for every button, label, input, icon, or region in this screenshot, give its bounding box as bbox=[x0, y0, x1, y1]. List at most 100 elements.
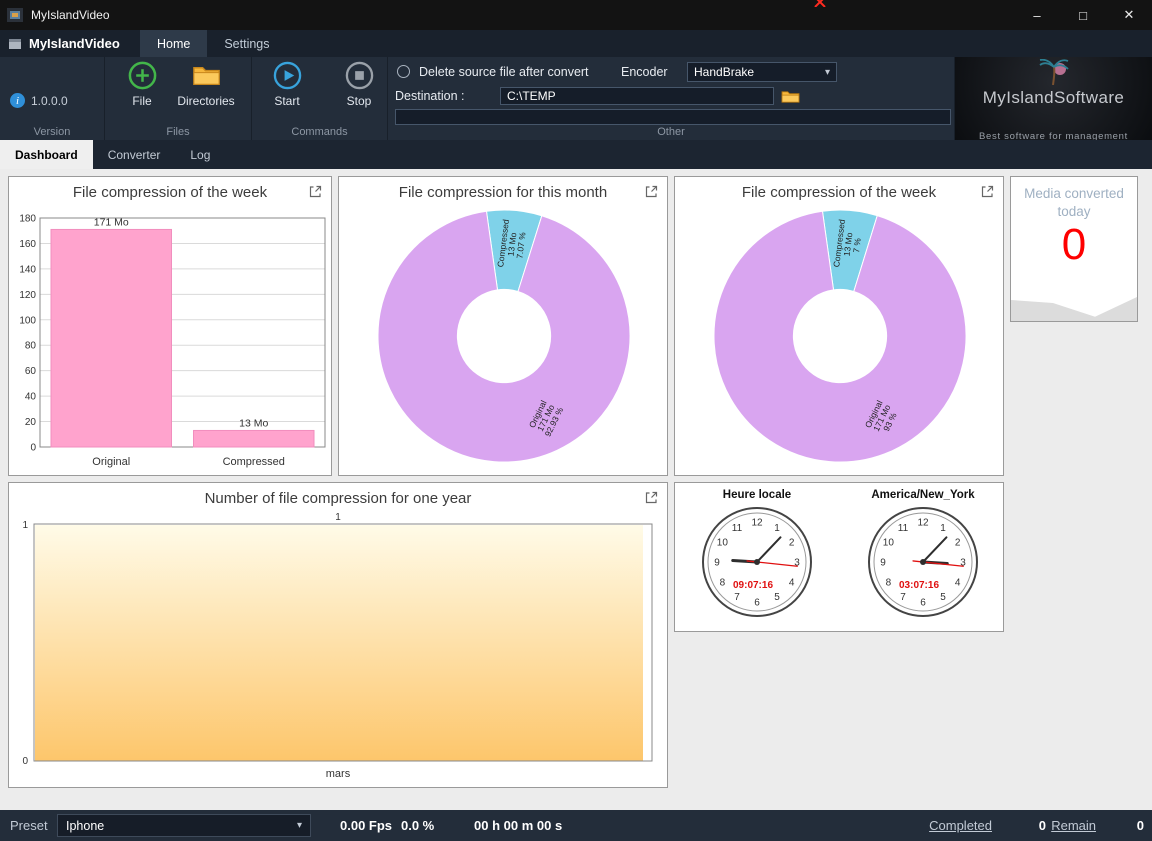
ribbon-group-version: i 1.0.0.0 Version bbox=[0, 57, 105, 140]
info-icon: i bbox=[10, 93, 25, 108]
svg-text:0: 0 bbox=[30, 443, 36, 454]
menubar: MyIslandVideo Home Settings bbox=[0, 30, 1152, 57]
encoder-label: Encoder bbox=[621, 65, 668, 79]
svg-text:2: 2 bbox=[955, 538, 961, 549]
svg-text:180: 180 bbox=[19, 214, 36, 225]
svg-text:7: 7 bbox=[900, 592, 906, 603]
panel-year-area-chart: Number of file compression for one year … bbox=[8, 482, 668, 788]
svg-text:Original: Original bbox=[92, 456, 130, 468]
directories-button[interactable]: Directories bbox=[177, 60, 235, 108]
preset-label: Preset bbox=[10, 818, 48, 833]
svg-text:6: 6 bbox=[754, 598, 760, 609]
tab-converter[interactable]: Converter bbox=[93, 140, 176, 169]
remain-label: Remain bbox=[1051, 818, 1096, 833]
menu-tab-home[interactable]: Home bbox=[140, 30, 208, 57]
stop-button-label: Stop bbox=[346, 94, 372, 108]
palm-tree-icon bbox=[1038, 58, 1069, 86]
close-icon: ✕ bbox=[1123, 7, 1135, 22]
svg-text:100: 100 bbox=[19, 315, 36, 326]
svg-text:12: 12 bbox=[751, 518, 763, 529]
remain-value: 0 bbox=[1136, 818, 1144, 833]
clock-newyork-title: America/New_York bbox=[871, 489, 975, 501]
svg-text:40: 40 bbox=[25, 392, 37, 403]
svg-text:6: 6 bbox=[920, 598, 926, 609]
donut-chart-month: Compressed13 Mo7.07 % Original171 Mo92.93… bbox=[340, 203, 668, 471]
panel-title: File compression for this month bbox=[398, 184, 608, 201]
completed-label: Completed bbox=[929, 818, 992, 833]
add-file-icon bbox=[113, 60, 171, 91]
clock-local-title: Heure locale bbox=[722, 489, 792, 501]
delete-source-label: Delete source file after convert bbox=[419, 65, 589, 79]
logo-title: MyIslandSoftware bbox=[982, 88, 1125, 107]
group-label-files: Files bbox=[166, 126, 190, 138]
app-icon bbox=[7, 8, 23, 22]
svg-text:09:07:16: 09:07:16 bbox=[733, 580, 773, 591]
svg-text:Compressed: Compressed bbox=[223, 456, 285, 468]
close-button[interactable]: ✕ bbox=[1106, 0, 1152, 30]
stop-button[interactable]: Stop bbox=[330, 60, 388, 108]
tab-log[interactable]: Log bbox=[175, 140, 225, 169]
completed-value: 0 bbox=[1038, 818, 1046, 833]
export-icon[interactable] bbox=[308, 184, 324, 200]
window-title: MyIslandVideo bbox=[31, 8, 110, 22]
app-brand: MyIslandVideo bbox=[0, 30, 140, 57]
ribbon-group-files: File Directories Files bbox=[105, 57, 252, 140]
ribbon: i 1.0.0.0 Version File Directories Files… bbox=[0, 57, 1152, 140]
svg-text:03:07:16: 03:07:16 bbox=[899, 580, 939, 591]
svg-text:mars: mars bbox=[326, 768, 351, 780]
preset-select[interactable]: Iphone ▾ bbox=[57, 814, 311, 837]
delete-source-checkbox[interactable] bbox=[397, 65, 410, 78]
svg-text:1: 1 bbox=[774, 523, 780, 534]
export-icon[interactable] bbox=[644, 184, 660, 200]
svg-text:13 Mo: 13 Mo bbox=[239, 417, 268, 429]
svg-text:60: 60 bbox=[25, 366, 37, 377]
preset-value: Iphone bbox=[66, 818, 105, 833]
media-card-title: Media converted today bbox=[1024, 186, 1124, 220]
tab-dashboard[interactable]: Dashboard bbox=[0, 140, 93, 169]
svg-text:10: 10 bbox=[717, 538, 729, 549]
convert-progress bbox=[395, 109, 951, 125]
app-brand-label: MyIslandVideo bbox=[29, 36, 120, 51]
elapsed-time: 00 h 00 m 00 s bbox=[474, 818, 563, 833]
destination-input[interactable]: C:\TEMP bbox=[500, 87, 774, 105]
donut-chart-week: Compressed13 Mo7 % Original171 Mo93 % bbox=[676, 203, 1004, 471]
svg-text:7: 7 bbox=[734, 592, 740, 603]
svg-text:160: 160 bbox=[19, 239, 36, 250]
maximize-button[interactable]: □ bbox=[1060, 0, 1106, 30]
analog-clock-local: 1 2 3 4 5 6 7 8 9 10 11 12 09:07:16 bbox=[698, 503, 816, 621]
svg-text:1: 1 bbox=[940, 523, 946, 534]
minimize-button[interactable]: – bbox=[1014, 0, 1060, 30]
browse-destination-button[interactable] bbox=[778, 87, 802, 105]
start-button-label: Start bbox=[274, 94, 300, 108]
app-brand-icon bbox=[8, 38, 22, 50]
svg-text:4: 4 bbox=[789, 578, 795, 589]
start-button[interactable]: Start bbox=[258, 60, 316, 108]
destination-value: C:\TEMP bbox=[507, 89, 556, 103]
minimize-icon: – bbox=[1033, 7, 1041, 23]
menu-tab-settings[interactable]: Settings bbox=[207, 30, 286, 57]
area-chart: 1 0 1 mars bbox=[10, 509, 664, 785]
media-converted-card: Media converted today 0 bbox=[1010, 176, 1138, 322]
svg-text:5: 5 bbox=[940, 592, 946, 603]
ribbon-group-other: Delete source file after convert Encoder… bbox=[388, 57, 955, 140]
file-button[interactable]: File bbox=[113, 60, 171, 108]
svg-text:80: 80 bbox=[25, 341, 37, 352]
chevron-down-icon: ▾ bbox=[824, 66, 830, 78]
panel-week-bar-chart: File compression of the week 0 20 40 60 80 10… bbox=[8, 176, 332, 476]
destination-label: Destination : bbox=[395, 89, 465, 103]
media-sparkline bbox=[1011, 275, 1137, 321]
stop-icon bbox=[330, 60, 388, 91]
export-icon[interactable] bbox=[644, 490, 660, 506]
info-icon-glyph: i bbox=[15, 94, 20, 107]
svg-text:1: 1 bbox=[22, 520, 28, 531]
maximize-icon: □ bbox=[1079, 7, 1087, 23]
svg-text:120: 120 bbox=[19, 290, 36, 301]
panel-week-donut-chart: File compression of the week Compressed1… bbox=[674, 176, 1004, 476]
export-icon[interactable] bbox=[980, 184, 996, 200]
panel-title: File compression of the week bbox=[741, 184, 937, 201]
window-controls: – □ ✕ bbox=[1014, 0, 1152, 30]
encoder-value: HandBrake bbox=[694, 65, 755, 79]
bar-chart: 0 20 40 60 80 100 120 140 160 180 171 Mo Original 13… bbox=[10, 203, 330, 473]
encoder-select[interactable]: HandBrake ▾ bbox=[687, 62, 837, 82]
fps-value: 0.00 Fps bbox=[340, 818, 393, 833]
